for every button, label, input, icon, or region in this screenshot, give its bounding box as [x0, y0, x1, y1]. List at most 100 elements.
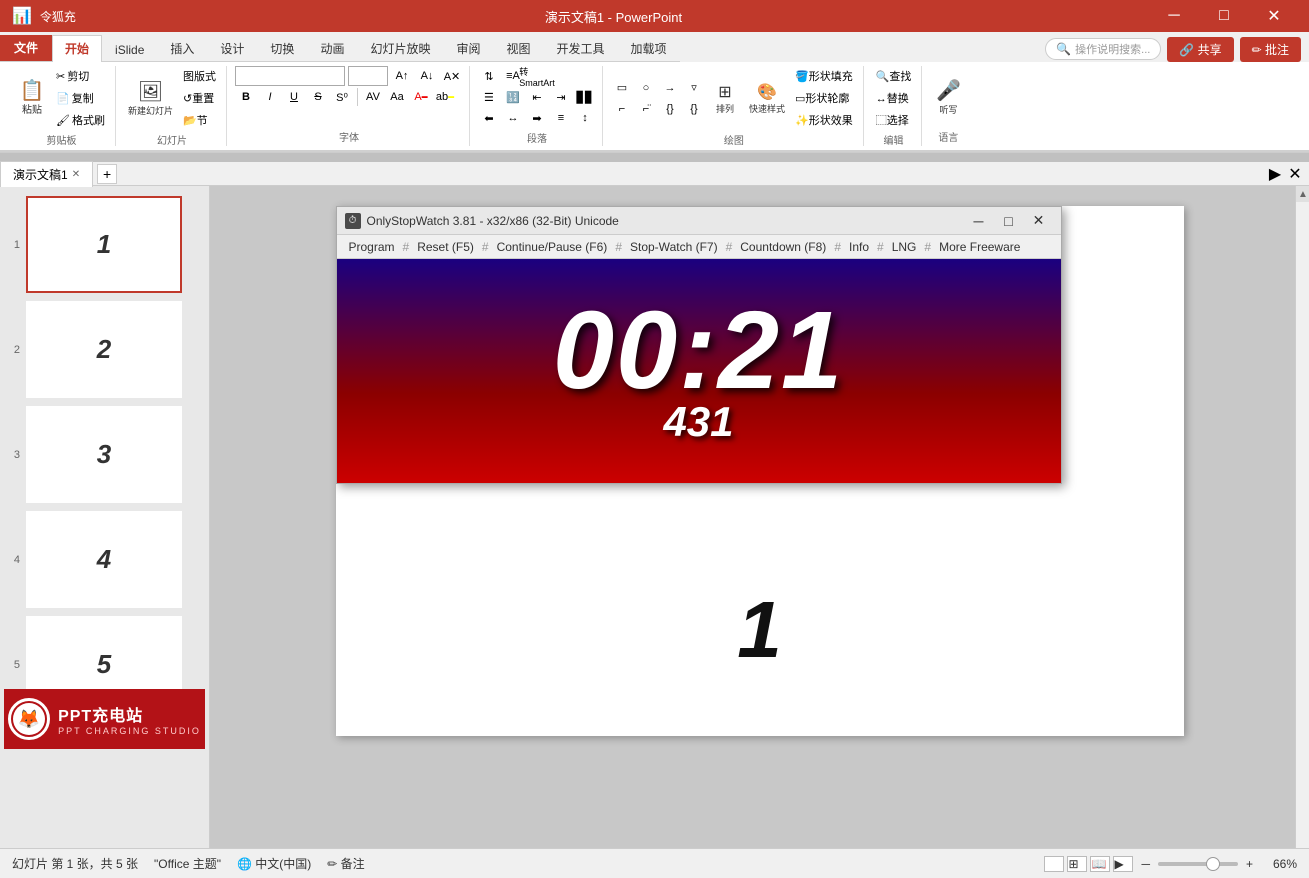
line-spacing-button[interactable]: ↕ [574, 108, 596, 128]
annotate-button[interactable]: ✏ 批注 [1240, 37, 1301, 62]
shadow-button[interactable]: S⁰ [331, 87, 353, 107]
copy-button[interactable]: 📄复制 [52, 88, 109, 108]
shape-outline-button[interactable]: ▭形状轮廓 [791, 88, 857, 108]
stopwatch-maximize-button[interactable]: □ [995, 210, 1023, 232]
slide-thumb-4[interactable]: 4 4 [4, 509, 205, 610]
convert-smartart-button[interactable]: 转SmartArt [526, 66, 548, 86]
underline-button[interactable]: U [283, 87, 305, 107]
stopwatch-minimize-button[interactable]: ─ [965, 210, 993, 232]
shape-more-button[interactable]: ▿ [683, 78, 705, 98]
vertical-scrollbar[interactable]: ▲ ▼ [1295, 186, 1309, 872]
tab-addins[interactable]: 加载项 [618, 35, 680, 62]
tab-review[interactable]: 审阅 [443, 35, 493, 62]
tab-animations[interactable]: 动画 [307, 35, 357, 62]
reset-button[interactable]: ↺重置 [179, 88, 220, 108]
shape-circle-button[interactable]: ○ [635, 78, 657, 98]
scroll-up-button[interactable]: ▲ [1296, 186, 1309, 202]
slide-thumb-2[interactable]: 2 2 [4, 299, 205, 400]
sw-menu-continue[interactable]: Continue/Pause (F6) [491, 238, 614, 256]
close-view-button[interactable]: ✕ [1285, 164, 1305, 184]
tab-developer[interactable]: 开发工具 [544, 35, 618, 62]
slide-thumb-1[interactable]: 1 1 [4, 194, 205, 295]
zoom-out-button[interactable]: ─ [1141, 857, 1150, 871]
new-slide-button[interactable]: 🖼 新建幻灯片 [124, 70, 177, 126]
font-size-input[interactable]: 96 [348, 66, 388, 86]
find-button[interactable]: 🔍查找 [872, 66, 916, 86]
sw-menu-countdown[interactable]: Countdown (F8) [734, 238, 832, 256]
layout-button[interactable]: 图版式 [179, 66, 220, 86]
shape-custom1[interactable]: ⌐ [611, 99, 633, 119]
slide-sorter-button[interactable]: ⊞ [1067, 856, 1087, 872]
cut-button[interactable]: ✂剪切 [52, 66, 109, 86]
tab-home[interactable]: 开始 [52, 35, 102, 62]
decrease-font-button[interactable]: A↓ [416, 66, 438, 86]
maximize-button[interactable]: □ [1201, 0, 1247, 32]
tab-insert[interactable]: 插入 [157, 35, 207, 62]
font-name-input[interactable] [235, 66, 345, 86]
sw-menu-freeware[interactable]: More Freeware [933, 238, 1026, 256]
new-tab-button[interactable]: + [97, 164, 117, 184]
tab-design[interactable]: 设计 [207, 35, 257, 62]
increase-indent-button[interactable]: ⇥ [550, 87, 572, 107]
tab-view[interactable]: 视图 [493, 35, 543, 62]
stopwatch-close-button[interactable]: ✕ [1025, 210, 1053, 232]
highlight-button[interactable]: ab▬ [434, 87, 456, 107]
slide-2-thumbnail[interactable]: 2 [26, 301, 182, 398]
shape-custom2[interactable]: ⌐̈ [635, 99, 657, 119]
numbering-button[interactable]: 🔢 [502, 87, 524, 107]
slide-thumb-3[interactable]: 3 3 [4, 404, 205, 505]
bold-button[interactable]: B [235, 87, 257, 107]
clear-format-button[interactable]: A✕ [441, 66, 463, 86]
sw-menu-reset[interactable]: Reset (F5) [411, 238, 480, 256]
increase-font-button[interactable]: A↑ [391, 66, 413, 86]
font-spacing-button[interactable]: AV [362, 87, 384, 107]
justify-button[interactable]: ≡ [550, 108, 572, 128]
notes-button[interactable]: ✏ 备注 [327, 855, 364, 872]
text-direction-button[interactable]: ⇅ [478, 66, 500, 86]
font-color-button[interactable]: A▬ [410, 87, 432, 107]
section-button[interactable]: 📂节 [179, 110, 220, 130]
zoom-slider[interactable] [1158, 862, 1238, 866]
shape-effect-button[interactable]: ✨形状效果 [791, 110, 857, 130]
quick-style-button[interactable]: 🎨 快速样式 [745, 70, 789, 126]
minimize-button[interactable]: ─ [1151, 0, 1197, 32]
dictate-button[interactable]: 🎤 听写 [930, 69, 966, 125]
arrange-button[interactable]: ⊞ 排列 [707, 70, 743, 126]
sw-menu-lng[interactable]: LNG [886, 238, 923, 256]
shape-custom3[interactable]: {} [659, 99, 681, 119]
italic-button[interactable]: I [259, 87, 281, 107]
reading-view-button[interactable]: 📖 [1090, 856, 1110, 872]
shape-custom4[interactable]: {} [683, 99, 705, 119]
shape-rect-button[interactable]: ▭ [611, 78, 633, 98]
columns-button[interactable]: ▊▊ [574, 87, 596, 107]
change-case-button[interactable]: Aa [386, 87, 408, 107]
shape-arrow-button[interactable]: → [659, 78, 681, 98]
tab-islide[interactable]: iSlide [102, 38, 157, 62]
paste-button[interactable]: 📋 粘贴 [14, 70, 50, 126]
slide-3-thumbnail[interactable]: 3 [26, 406, 182, 503]
zoom-in-button[interactable]: + [1246, 857, 1253, 871]
center-button[interactable]: ↔ [502, 108, 524, 128]
format-painter-button[interactable]: 🖌格式刷 [52, 110, 109, 130]
file-tab[interactable]: 文件 [0, 35, 52, 61]
slide-4-thumbnail[interactable]: 4 [26, 511, 182, 608]
align-left-button[interactable]: ⬅ [478, 108, 500, 128]
tab-slideshow[interactable]: 幻灯片放映 [357, 35, 443, 62]
sw-menu-program[interactable]: Program [343, 238, 401, 256]
slide-1-thumbnail[interactable]: 1 [26, 196, 182, 293]
shape-fill-button[interactable]: 🪣形状填充 [791, 66, 857, 86]
decrease-indent-button[interactable]: ⇤ [526, 87, 548, 107]
select-button[interactable]: ⬚选择 [872, 110, 916, 130]
bullets-button[interactable]: ☰ [478, 87, 500, 107]
document-tab-close[interactable]: ✕ [72, 169, 80, 180]
slideshow-button[interactable]: ▶ [1113, 856, 1133, 872]
replace-button[interactable]: ↔替换 [872, 88, 916, 108]
share-button[interactable]: 🔗 共享 [1167, 37, 1233, 62]
sw-menu-info[interactable]: Info [843, 238, 875, 256]
tab-scroll-button[interactable]: ▶ [1265, 164, 1285, 184]
strikethrough-button[interactable]: S [307, 87, 329, 107]
align-right-button[interactable]: ➡ [526, 108, 548, 128]
tab-transitions[interactable]: 切换 [257, 35, 307, 62]
sw-menu-stopwatch[interactable]: Stop-Watch (F7) [624, 238, 724, 256]
normal-view-button[interactable] [1044, 856, 1064, 872]
